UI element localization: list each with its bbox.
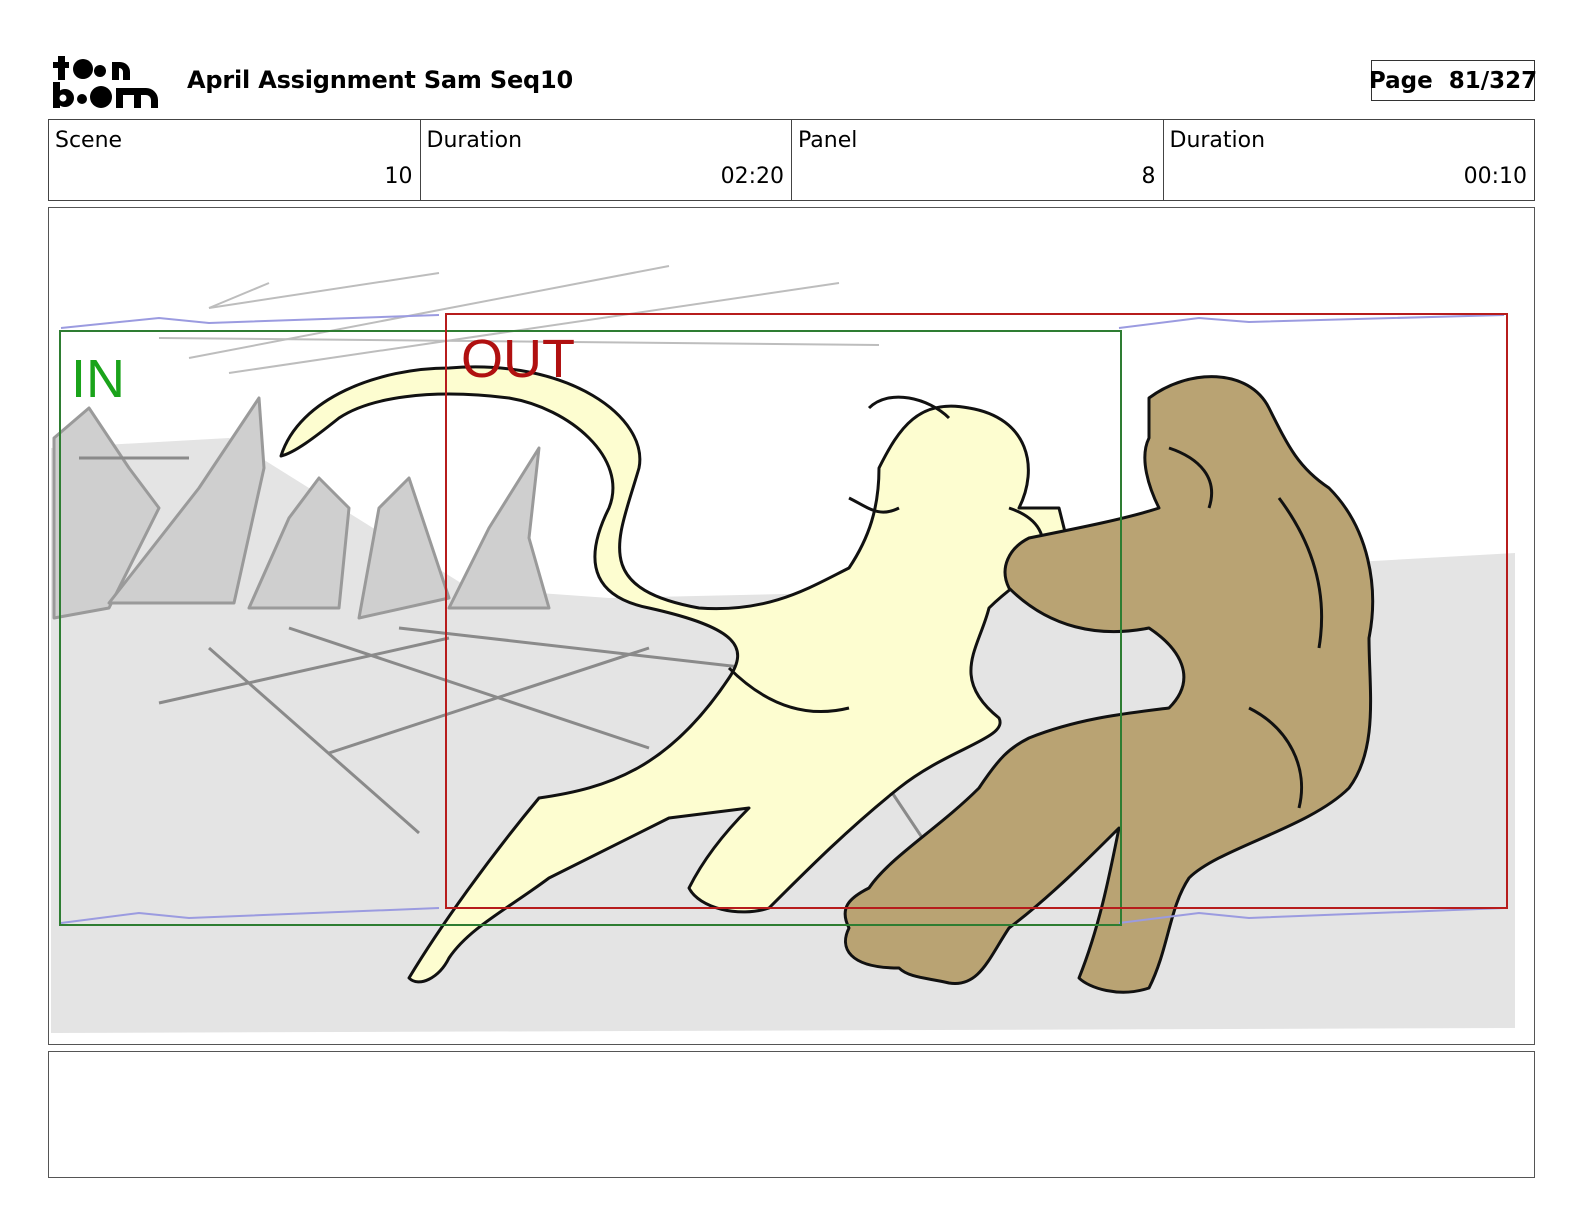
in-frame-label: IN <box>71 349 125 409</box>
panel-duration-label: Duration <box>1169 128 1266 153</box>
page-number: 81/327 <box>1448 67 1538 94</box>
scene-duration-value: 02:20 <box>720 164 784 189</box>
page-indicator: Page 81/327 <box>1368 60 1538 101</box>
panel-duration-cell: Duration 00:10 <box>1164 120 1535 200</box>
panel-cell: Panel 8 <box>792 120 1164 200</box>
page-label: Page <box>1368 67 1433 94</box>
scene-duration-label: Duration <box>426 128 523 153</box>
panel-label: Panel <box>798 128 858 153</box>
panel-artwork <box>51 265 1515 1033</box>
scene-duration-cell: Duration 02:20 <box>421 120 792 200</box>
out-frame-label: OUT <box>461 329 575 389</box>
scene-info-table: Scene 10 Duration 02:20 Panel 8 Duration… <box>48 119 1535 201</box>
toon-boom-logo <box>52 52 164 110</box>
panel-notes <box>48 1051 1535 1178</box>
panel-duration-value: 00:10 <box>1463 164 1527 189</box>
scene-value: 10 <box>384 164 413 189</box>
panel-value: 8 <box>1141 164 1156 189</box>
storyboard-panel: IN OUT <box>48 207 1535 1045</box>
document-title: April Assignment Sam Seq10 <box>187 66 574 94</box>
scene-label: Scene <box>55 128 123 153</box>
scene-cell: Scene 10 <box>49 120 421 200</box>
